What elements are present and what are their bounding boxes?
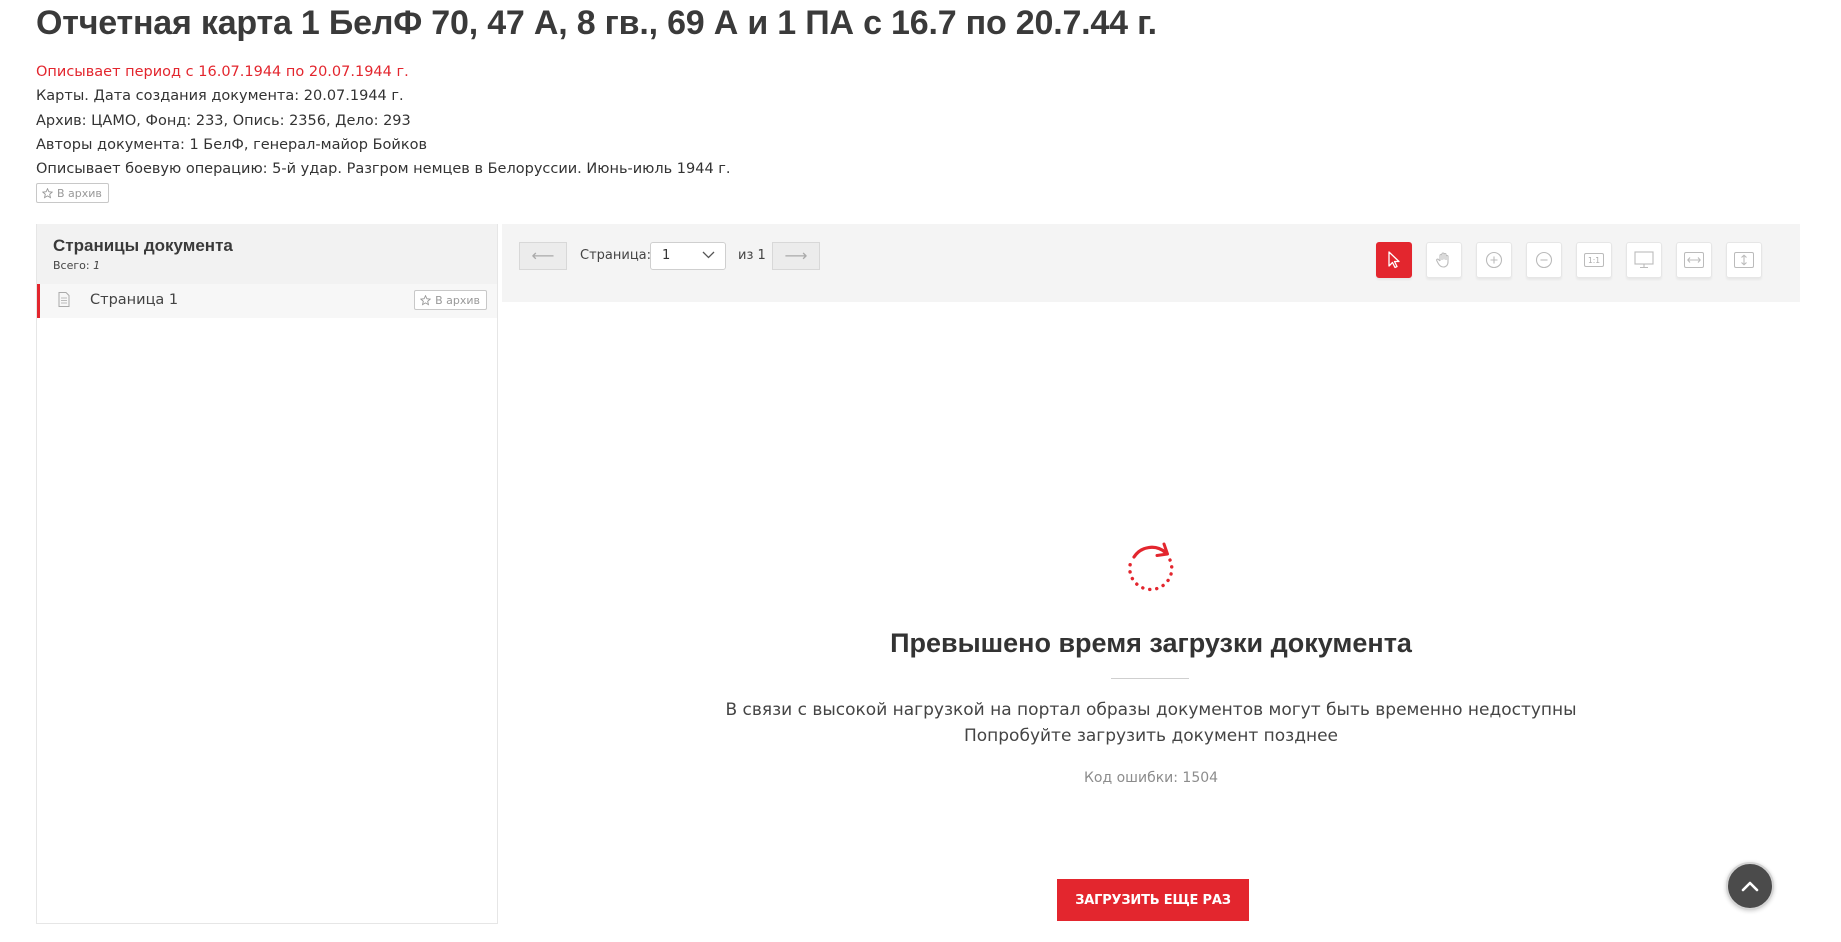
archive-text: Архив: ЦАМО, Фонд: 233, Опись: 2356, Дел… (36, 112, 411, 129)
star-icon (41, 188, 54, 200)
actual-size-button[interactable]: 1:1 (1576, 242, 1612, 278)
pan-tool-button[interactable] (1426, 242, 1462, 278)
select-tool-button[interactable] (1376, 242, 1412, 278)
sidebar-header: Страницы документа Всего: 1 (37, 224, 497, 284)
pages-count: Всего: 1 (53, 259, 497, 272)
authors-text: Авторы документа: 1 БелФ, генерал-майор … (36, 136, 427, 153)
fit-width-icon (1684, 252, 1704, 268)
zoom-out-icon (1535, 251, 1553, 269)
pages-count-value: 1 (93, 259, 101, 272)
fit-screen-button[interactable] (1626, 242, 1662, 278)
fit-height-button[interactable] (1726, 242, 1762, 278)
fit-height-icon (1734, 252, 1754, 268)
scroll-to-top-button[interactable] (1726, 862, 1774, 910)
add-to-archive-button[interactable]: В архив (36, 183, 109, 204)
sidebar-item-page-1[interactable]: Страница 1 В архив (37, 284, 497, 318)
page-select-value: 1 (662, 248, 671, 263)
created-text: Карты. Дата создания документа: 20.07.19… (36, 88, 404, 105)
page-label: Страница: (580, 248, 652, 263)
next-page-button[interactable]: ⟶ (772, 242, 820, 270)
page-total-label: из 1 (738, 248, 766, 263)
load-error-panel: Превышено время загрузки документа В свя… (502, 302, 1800, 942)
pages-sidebar: Страницы документа Всего: 1 Страница 1 В… (36, 224, 498, 924)
page-select[interactable]: 1 (650, 242, 726, 270)
page-item-label: Страница 1 (90, 292, 179, 308)
pages-count-label: Всего: (53, 259, 90, 272)
sidebar-title: Страницы документа (53, 236, 233, 255)
page-archive-button-label: В архив (435, 294, 480, 307)
actual-size-icon: 1:1 (1584, 253, 1604, 267)
prev-page-button[interactable]: ⟵ (519, 242, 567, 270)
error-title: Превышено время загрузки документа (890, 628, 1412, 658)
error-message: В связи с высокой нагрузкой на портал об… (725, 700, 1577, 720)
error-hint: Попробуйте загрузить документ позднее (963, 726, 1339, 746)
document-meta: Описывает период с 16.07.1944 по 20.07.1… (36, 60, 731, 206)
page-title: Отчетная карта 1 БелФ 70, 47 А, 8 гв., 6… (36, 4, 1157, 42)
svg-text:1:1: 1:1 (1588, 256, 1600, 265)
fit-width-button[interactable] (1676, 242, 1712, 278)
error-divider (1111, 678, 1189, 679)
cursor-icon (1388, 251, 1400, 269)
period-text: Описывает период с 16.07.1944 по 20.07.1… (36, 64, 409, 80)
error-code: Код ошибки: 1504 (1083, 770, 1219, 786)
hand-icon (1436, 252, 1449, 268)
page-archive-button[interactable]: В архив (414, 290, 487, 310)
zoom-in-icon (1485, 251, 1503, 269)
retry-button[interactable]: ЗАГРУЗИТЬ ЕЩЕ РАЗ (1057, 879, 1249, 921)
fit-screen-icon (1634, 251, 1654, 269)
archive-button-label: В архив (57, 187, 102, 201)
document-icon (58, 292, 70, 311)
operation-text: Описывает боевую операцию: 5-й удар. Раз… (36, 161, 731, 178)
chevron-up-icon (1741, 881, 1759, 892)
viewer-toolbar: ⟵ Страница: 1 из 1 ⟶ 1:1 (502, 224, 1800, 302)
document-viewer: ⟵ Страница: 1 из 1 ⟶ 1:1 Превышено время… (502, 224, 1800, 924)
zoom-out-button[interactable] (1526, 242, 1562, 278)
reload-icon (1128, 542, 1174, 592)
viewer-tools: 1:1 (1376, 242, 1762, 278)
chevron-down-icon (702, 251, 715, 259)
star-icon (419, 294, 432, 306)
zoom-in-button[interactable] (1476, 242, 1512, 278)
